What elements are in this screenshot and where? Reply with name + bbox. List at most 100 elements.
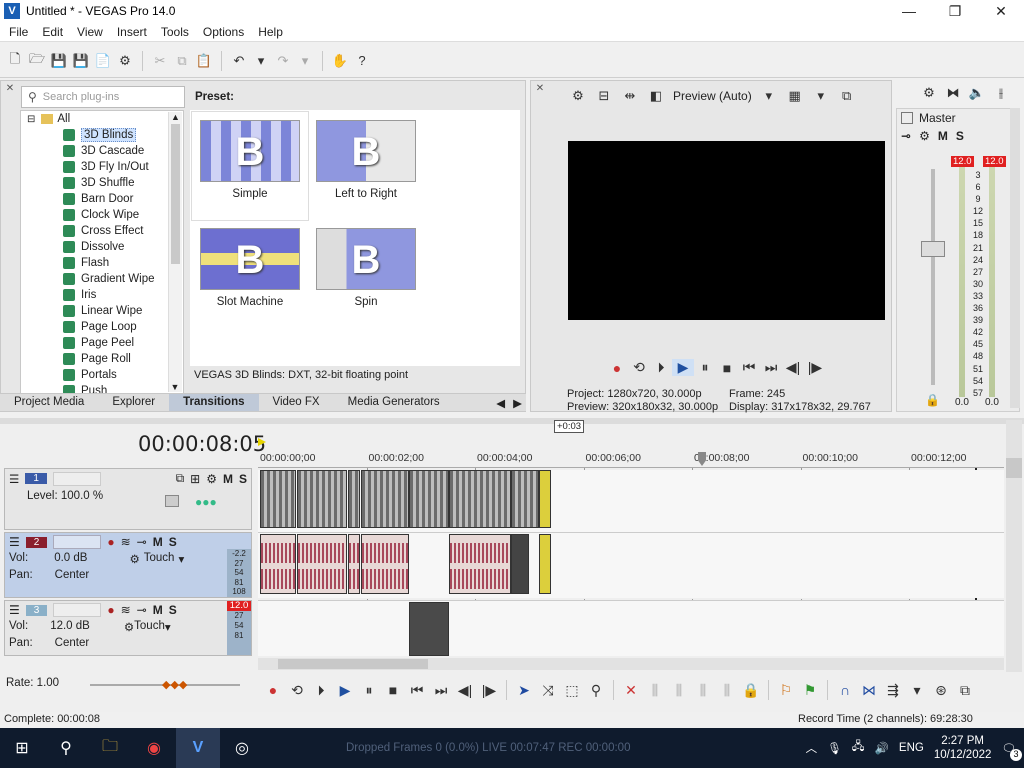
preset-slot-machine[interactable]: B Slot Machine <box>192 220 308 328</box>
automation-mode[interactable]: Touch <box>144 552 175 566</box>
close-button[interactable]: ✕ <box>978 0 1024 22</box>
timeline-vertical-scrollbar[interactable] <box>1006 420 1022 672</box>
auto-ripple-icon[interactable]: ⇶ <box>882 682 904 699</box>
track2-mute-button[interactable]: M <box>153 535 163 549</box>
next-frame-icon[interactable]: |▶ <box>478 682 500 699</box>
trim-end-icon[interactable]: ⫼ <box>692 682 714 699</box>
play-icon[interactable]: ▶ <box>334 682 356 699</box>
tab-explorer[interactable]: Explorer <box>98 394 169 411</box>
track-fx-icon[interactable]: ≋ <box>121 535 131 549</box>
chevron-down-icon[interactable]: ▾ <box>760 87 778 105</box>
v-scroll-thumb[interactable] <box>1006 458 1022 478</box>
automation-mode[interactable]: Touch <box>134 620 165 634</box>
video-clip[interactable] <box>361 470 409 528</box>
audio-clip[interactable] <box>297 534 347 594</box>
track-io-icon[interactable]: ⊸ <box>137 603 147 617</box>
record-icon[interactable]: ● <box>262 682 284 698</box>
plugin-item[interactable]: 3D Blinds <box>21 127 183 143</box>
master-io-icon[interactable]: ⊸ <box>901 129 911 143</box>
master-solo-button[interactable]: S <box>956 129 964 143</box>
transition-clip[interactable] <box>539 470 551 528</box>
plugin-item[interactable]: Cross Effect <box>21 223 183 239</box>
track-header-video[interactable]: ☰ 1 ⧉ ⊞ ⚙ M S Level: 100.0 % ●●● <box>4 468 252 530</box>
prev-frame-icon[interactable]: ◀| <box>782 359 804 376</box>
h-scroll-thumb[interactable] <box>278 659 428 669</box>
audio-clip[interactable] <box>449 534 511 594</box>
tree-scrollbar[interactable]: ▲ ▼ <box>168 112 182 392</box>
track-compositing-icons[interactable]: ●●● <box>195 495 217 509</box>
menu-view[interactable]: View <box>70 25 110 39</box>
loop-icon[interactable]: ⟲ <box>628 359 650 376</box>
preset-simple[interactable]: B Simple <box>192 112 308 220</box>
split-screen-icon[interactable]: ⇹ <box>621 87 639 105</box>
go-to-end-icon[interactable]: ⏭ <box>430 682 452 699</box>
track-fx-icon[interactable]: ≋ <box>121 603 131 617</box>
chevron-down-icon[interactable]: ▾ <box>906 682 928 699</box>
track-io-icon[interactable]: ⊸ <box>137 535 147 549</box>
loop-icon[interactable]: ⟲ <box>286 682 308 699</box>
obs-icon[interactable]: ◎ <box>220 728 264 768</box>
plugin-item[interactable]: 3D Cascade <box>21 143 183 159</box>
video-clip[interactable] <box>511 470 539 528</box>
master-checkbox[interactable] <box>901 112 913 124</box>
level-slider-handle[interactable] <box>165 495 179 507</box>
plugin-item[interactable]: 3D Fly In/Out <box>21 159 183 175</box>
track-collapse-icon[interactable]: ☰ <box>9 603 20 617</box>
menu-insert[interactable]: Insert <box>110 25 154 39</box>
auto-crossfade-icon[interactable]: ⋈ <box>858 682 880 699</box>
master-mute-button[interactable]: M <box>938 129 948 143</box>
track-header-audio-3[interactable]: ☰ 3 ● ≋ ⊸ M S Vol: 12.0 dB ⚙ Touch ▾ Pan… <box>4 600 252 656</box>
mixer-gear-icon[interactable]: ⚙ <box>920 84 938 102</box>
zoom-tool-icon[interactable]: ⚲ <box>585 682 607 699</box>
track-fx-icon[interactable]: ⊞ <box>190 472 200 486</box>
chevron-down-icon[interactable]: ▾ <box>178 552 184 566</box>
tab-scroll-right-icon[interactable]: ▶ <box>509 394 526 411</box>
timeline-horizontal-scrollbar[interactable] <box>258 658 1004 670</box>
notification-icon[interactable]: 🗨 3 <box>1001 741 1022 761</box>
paste-icon[interactable]: 📋 <box>195 52 213 70</box>
save-as-icon[interactable]: 💾 <box>72 52 90 70</box>
play-icon[interactable]: ▶ <box>672 359 694 376</box>
next-frame-icon[interactable]: |▶ <box>804 359 826 376</box>
save-icon[interactable]: 💾 <box>50 52 68 70</box>
maximize-button[interactable]: ❐ <box>932 0 978 22</box>
redo-dropdown-icon[interactable]: ▾ <box>296 52 314 70</box>
track2-solo-button[interactable]: S <box>169 535 177 549</box>
video-clip[interactable] <box>449 470 511 528</box>
plugin-item[interactable]: Clock Wipe <box>21 207 183 223</box>
copy-icon[interactable]: ⧉ <box>173 52 191 70</box>
plugin-item[interactable]: Page Peel <box>21 335 183 351</box>
undo-dropdown-icon[interactable]: ▾ <box>252 52 270 70</box>
play-from-start-icon[interactable]: ⏵ <box>650 359 672 376</box>
video-clip[interactable] <box>348 470 360 528</box>
properties-gear-icon[interactable]: ⚙ <box>116 52 134 70</box>
render-icon[interactable]: 📄 <box>94 52 112 70</box>
region-icon[interactable]: ⚑ <box>799 682 821 699</box>
collapse-icon[interactable]: ⊟ <box>27 114 35 125</box>
microphone-icon[interactable]: 🎙 <box>827 741 842 755</box>
plugin-item[interactable]: Gradient Wipe <box>21 271 183 287</box>
track-header-audio-2[interactable]: ☰ 2 ● ≋ ⊸ M S Vol: 0.0 dB ⚙ Touch ▾ Pan:… <box>4 532 252 598</box>
menu-options[interactable]: Options <box>196 25 251 39</box>
track-name-field[interactable] <box>53 535 102 549</box>
external-monitor-icon[interactable]: ⊟ <box>595 87 613 105</box>
normal-edit-tool-icon[interactable]: ➤ <box>513 682 535 699</box>
preset-spin[interactable]: B Spin <box>308 220 424 328</box>
go-to-end-icon[interactable]: ⏭ <box>760 359 782 376</box>
transition-clip[interactable] <box>539 534 551 594</box>
copy-snapshot-icon[interactable]: ⧉ <box>838 87 856 105</box>
vegas-taskbar-icon[interactable]: V <box>176 728 220 768</box>
new-file-icon[interactable]: 🗋 <box>6 51 24 70</box>
envelope-tool-icon[interactable]: ⤨ <box>537 682 559 699</box>
automation-gear-icon[interactable]: ⚙ <box>129 552 139 566</box>
redo-icon[interactable]: ↷ <box>274 52 292 70</box>
track-collapse-icon[interactable]: ☰ <box>9 472 19 486</box>
play-from-start-icon[interactable]: ⏵ <box>310 682 332 699</box>
go-to-start-icon[interactable]: ⏮ <box>406 682 428 699</box>
automation-gear-icon[interactable]: ⚙ <box>124 620 134 634</box>
audio-track-3-lane[interactable] <box>258 600 1004 656</box>
plugin-item[interactable]: Barn Door <box>21 191 183 207</box>
hand-tool-icon[interactable]: ✋ <box>331 52 349 70</box>
track-motion-icon[interactable]: ⧉ <box>176 471 185 486</box>
preview-close-icon[interactable]: ✕ <box>535 83 545 94</box>
